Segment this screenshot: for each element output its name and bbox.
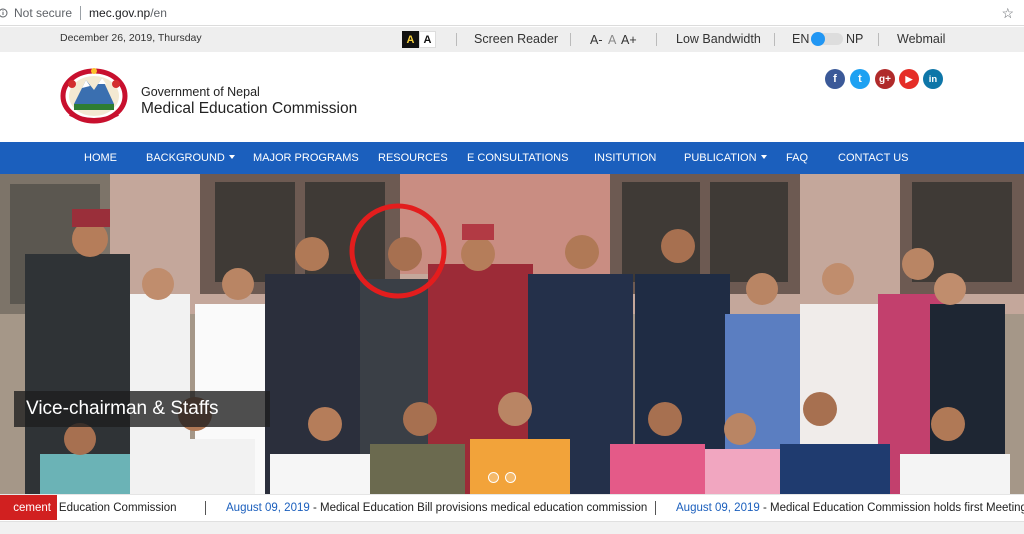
current-date: December 26, 2019, Thursday bbox=[60, 32, 202, 44]
site-header: Government of Nepal Medical Education Co… bbox=[0, 52, 1024, 142]
utility-divider bbox=[570, 33, 571, 46]
url-path: /en bbox=[150, 5, 167, 20]
nav-contact-us[interactable]: CONTACT US bbox=[838, 152, 909, 164]
nav-major-programs[interactable]: MAJOR PROGRAMS bbox=[253, 152, 359, 164]
ticker-item[interactable]: cal Education Commission bbox=[41, 502, 177, 514]
group-photo bbox=[0, 174, 1024, 494]
ticker-text: - Medical Education Commission holds fir… bbox=[759, 502, 1024, 514]
page-bottom-strip bbox=[0, 521, 1024, 534]
browser-address-bar: Not secure mec.gov.np/en ☆ bbox=[0, 0, 1024, 26]
google-plus-icon[interactable]: g+ bbox=[875, 69, 895, 89]
main-navigation: HOME BACKGROUND MAJOR PROGRAMS RESOURCES… bbox=[0, 142, 1024, 174]
url-host: mec.gov.np bbox=[89, 5, 151, 20]
nav-label: CONTACT US bbox=[838, 152, 909, 164]
nav-label: RESOURCES bbox=[378, 152, 448, 164]
address-bar-divider bbox=[80, 5, 82, 20]
dropdown-caret-icon bbox=[760, 155, 767, 159]
ticker-text: cal Education Commission bbox=[41, 502, 177, 514]
utility-divider bbox=[656, 33, 657, 46]
news-ticker: cement cal Education Commission August 0… bbox=[0, 494, 1024, 520]
nav-faq[interactable]: FAQ bbox=[786, 152, 808, 164]
commission-name[interactable]: Medical Education Commission bbox=[141, 100, 357, 118]
nav-label: INSITUTION bbox=[594, 152, 657, 164]
info-icon[interactable] bbox=[0, 7, 10, 19]
bookmark-star-icon[interactable]: ☆ bbox=[1001, 5, 1014, 22]
slide-caption: Vice-chairman & Staffs bbox=[14, 391, 270, 427]
nav-resources[interactable]: RESOURCES bbox=[378, 152, 448, 164]
font-decrease-button[interactable]: A- bbox=[590, 33, 603, 47]
font-increase-button[interactable]: A+ bbox=[621, 33, 637, 47]
dropdown-caret-icon bbox=[228, 155, 235, 159]
ticker-text: - Medical Education Bill provisions medi… bbox=[309, 502, 648, 514]
toggle-knob bbox=[811, 32, 825, 46]
ticker-date: August 09, 2019 bbox=[676, 502, 760, 514]
screen-reader-link[interactable]: Screen Reader bbox=[474, 32, 558, 46]
utility-divider bbox=[878, 33, 879, 46]
nav-background[interactable]: BACKGROUND bbox=[146, 152, 235, 164]
nav-label: FAQ bbox=[786, 152, 809, 164]
facebook-icon[interactable]: f bbox=[825, 69, 845, 89]
slider-dot-2[interactable] bbox=[505, 472, 516, 483]
linkedin-icon[interactable]: in bbox=[923, 69, 943, 89]
nav-label: MAJOR PROGRAMS bbox=[253, 152, 359, 164]
slider-dot-1[interactable] bbox=[488, 472, 499, 483]
url-text[interactable]: mec.gov.np/en bbox=[89, 6, 167, 20]
webmail-link[interactable]: Webmail bbox=[897, 32, 945, 46]
nav-publication[interactable]: PUBLICATION bbox=[684, 152, 767, 164]
nav-e-consultations[interactable]: E CONSULTATIONS bbox=[467, 152, 568, 164]
nav-label: HOME bbox=[84, 152, 117, 164]
nav-label: PUBLICATION bbox=[684, 152, 757, 164]
lang-np-label: NP bbox=[846, 32, 864, 46]
hero-slider[interactable]: Vice-chairman & Staffs bbox=[0, 174, 1024, 494]
language-toggle[interactable] bbox=[811, 32, 843, 46]
ticker-item[interactable]: August 09, 2019 - Medical Education Comm… bbox=[676, 502, 1024, 514]
security-status[interactable]: Not secure bbox=[14, 6, 72, 20]
utility-divider bbox=[774, 33, 775, 46]
contrast-switcher: A A bbox=[402, 31, 436, 48]
lang-en-label: EN bbox=[792, 32, 810, 46]
utility-divider bbox=[456, 33, 457, 46]
government-name: Government of Nepal bbox=[141, 85, 260, 99]
high-contrast-button[interactable]: A bbox=[402, 31, 419, 48]
nav-home[interactable]: HOME bbox=[84, 152, 117, 164]
nav-label: BACKGROUND bbox=[146, 152, 225, 164]
font-normal-button[interactable]: A bbox=[608, 33, 616, 47]
normal-contrast-button[interactable]: A bbox=[419, 31, 436, 48]
youtube-icon[interactable]: ▶ bbox=[899, 69, 919, 89]
ticker-divider bbox=[205, 501, 206, 515]
utility-bar: December 26, 2019, Thursday A A Screen R… bbox=[0, 27, 1024, 52]
ticker-label: cement bbox=[0, 495, 57, 520]
ticker-date: August 09, 2019 bbox=[226, 502, 310, 514]
low-bandwidth-link[interactable]: Low Bandwidth bbox=[676, 32, 761, 46]
nav-label: E CONSULTATIONS bbox=[467, 152, 569, 164]
ticker-item[interactable]: August 09, 2019 - Medical Education Bill… bbox=[226, 502, 647, 514]
nepal-emblem-logo[interactable] bbox=[60, 66, 128, 124]
twitter-icon[interactable]: t bbox=[850, 69, 870, 89]
nav-institution[interactable]: INSITUTION bbox=[594, 152, 656, 164]
ticker-divider bbox=[655, 501, 656, 515]
